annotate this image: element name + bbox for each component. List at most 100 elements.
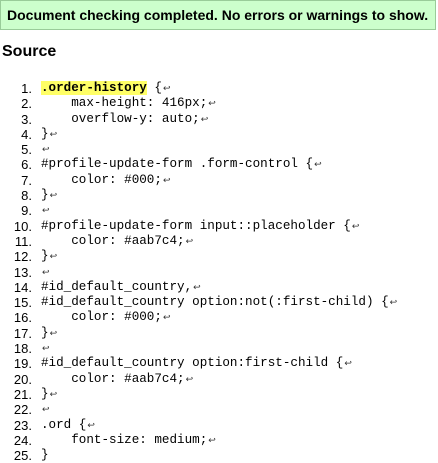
line-text: } <box>41 249 49 264</box>
line-number: 15. <box>13 295 32 311</box>
line-break-icon: ↩ <box>351 221 360 232</box>
line-break-icon: ↩ <box>314 160 322 171</box>
highlighted-selector: .order-history <box>41 81 147 95</box>
line-code: ↩ <box>41 142 50 158</box>
line-code: ↩ <box>41 265 50 281</box>
status-message: Document checking completed. No errors o… <box>0 0 436 30</box>
line-number: 8. <box>21 188 32 204</box>
line-break-icon: ↩ <box>162 84 171 94</box>
line-code: }↩ <box>41 249 57 265</box>
line-break-icon: ↩ <box>185 374 194 385</box>
line-code: font-size: medium;↩ <box>41 433 216 449</box>
line-number: 25. <box>13 448 32 463</box>
line-number: 12. <box>13 249 32 265</box>
line-number: 5. <box>21 142 32 158</box>
line-break-icon: ↩ <box>42 206 50 217</box>
line-text: #id_default_country, <box>41 279 193 294</box>
line-code: }↩ <box>41 326 57 342</box>
line-break-icon: ↩ <box>42 344 50 355</box>
line-text: } <box>41 188 49 203</box>
line-code: color: #000;↩ <box>41 173 170 189</box>
line-break-icon: ↩ <box>200 114 209 125</box>
line-break-icon: ↩ <box>42 405 50 416</box>
line-break-icon: ↩ <box>49 129 58 140</box>
line-text: overflow-y: auto; <box>71 111 200 126</box>
line-code: }↩ <box>41 127 57 143</box>
line-number: 10. <box>13 218 32 234</box>
line-break-icon: ↩ <box>344 359 352 370</box>
line-code: #profile-update-form input::placeholder … <box>41 219 359 235</box>
line-text: { <box>146 81 162 95</box>
line-number: 22. <box>13 402 32 418</box>
line-number: 3. <box>21 111 32 127</box>
line-text: } <box>41 448 49 463</box>
line-text: .ord { <box>41 417 87 432</box>
line-code: }↩ <box>41 188 57 204</box>
line-number: 21. <box>13 386 32 402</box>
line-number: 16. <box>13 310 32 326</box>
line-code: #profile-update-form .form-control {↩ <box>41 157 322 173</box>
line-text: color: #000; <box>71 310 162 325</box>
line-text: #profile-update-form .form-control { <box>41 157 314 172</box>
line-break-icon: ↩ <box>162 175 171 186</box>
line-code: #id_default_country option:not(:first-ch… <box>41 295 397 311</box>
line-break-icon: ↩ <box>49 328 58 339</box>
line-number: 4. <box>21 126 32 142</box>
line-text: max-height: 416px; <box>71 96 208 111</box>
line-text: } <box>41 325 49 340</box>
line-code: } <box>41 448 49 463</box>
line-number: 14. <box>13 279 32 295</box>
line-code: #id_default_country option:first-child {… <box>41 356 352 372</box>
line-code: color: #aab7c4;↩ <box>41 234 193 250</box>
line-text: #id_default_country option:first-child { <box>41 356 344 371</box>
line-break-icon: ↩ <box>162 313 171 324</box>
line-text: } <box>41 126 49 141</box>
line-break-icon: ↩ <box>87 420 95 431</box>
line-number: 18. <box>13 341 32 357</box>
line-break-icon: ↩ <box>208 435 216 446</box>
line-code: max-height: 416px;↩ <box>41 96 216 112</box>
line-break-icon: ↩ <box>49 191 58 202</box>
line-code: }↩ <box>41 387 57 403</box>
line-code: .ord {↩ <box>41 418 95 434</box>
line-break-icon: ↩ <box>42 267 50 278</box>
line-text: #id_default_country option:not(:first-ch… <box>41 295 389 310</box>
line-break-icon: ↩ <box>185 236 194 247</box>
line-break-icon: ↩ <box>42 145 50 156</box>
line-text: color: #000; <box>71 172 162 187</box>
line-number: 2. <box>21 96 32 112</box>
line-break-icon: ↩ <box>389 298 398 309</box>
line-code: color: #aab7c4;↩ <box>41 372 193 388</box>
line-number: 20. <box>13 371 32 387</box>
line-number: 13. <box>13 264 32 280</box>
line-code: ↩ <box>41 402 50 418</box>
line-code: overflow-y: auto;↩ <box>41 112 208 128</box>
line-code: ↩ <box>41 203 50 219</box>
line-code: ↩ <box>41 341 50 357</box>
line-number: 1. <box>21 81 32 96</box>
line-break-icon: ↩ <box>208 99 216 110</box>
source-heading: Source <box>2 43 57 60</box>
line-text: font-size: medium; <box>71 432 208 447</box>
line-number: 7. <box>21 172 32 188</box>
line-text: } <box>41 386 49 401</box>
line-text: #profile-update-form input::placeholder … <box>41 218 351 233</box>
line-text: color: #aab7c4; <box>71 371 185 386</box>
line-break-icon: ↩ <box>193 282 201 293</box>
line-number: 24. <box>13 432 32 448</box>
line-number: 23. <box>13 417 32 433</box>
line-break-icon: ↩ <box>49 389 58 400</box>
line-number: 19. <box>13 356 32 372</box>
line-code: color: #000;↩ <box>41 310 170 326</box>
line-number: 9. <box>21 203 32 219</box>
line-number: 6. <box>21 157 32 173</box>
line-code: .order-history {↩ <box>41 81 170 97</box>
line-number: 17. <box>13 325 32 341</box>
line-number: 11. <box>14 233 32 249</box>
